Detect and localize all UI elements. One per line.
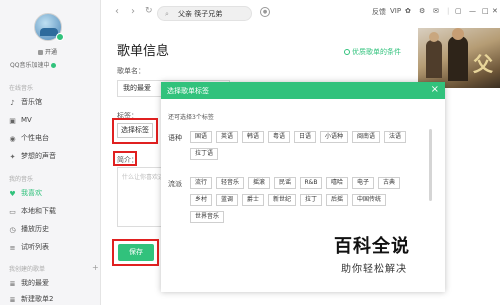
sidebar-item-playlist-1[interactable]: ≣ 我的最爱: [9, 278, 49, 288]
highlight-tags-button: [112, 118, 158, 144]
tag-option[interactable]: 粤语: [268, 131, 290, 143]
top-bar: ‹ › ↻ ⌕ 父亲 筷子兄弟 ● 反馈 VIP ✿ ⚙ ✉ | ▢ — □ ✕: [101, 0, 500, 28]
tag-option[interactable]: R&B: [300, 177, 322, 189]
highlight-intro-label: [113, 151, 137, 166]
playlist-icon: ≣: [9, 296, 16, 304]
sidebar-item-dream-voice[interactable]: ✦ 梦想的声音: [9, 151, 56, 161]
watermark-title: 百科全说: [334, 236, 410, 257]
add-playlist-icon[interactable]: +: [92, 263, 99, 272]
crown-icon: [38, 50, 43, 55]
tag-option[interactable]: 后摇: [326, 194, 348, 206]
computer-icon: ▭: [9, 208, 16, 216]
listen-identify-icon[interactable]: ●: [260, 7, 270, 17]
playlist-icon: ≣: [9, 280, 16, 288]
open-vip-link[interactable]: 开通: [38, 47, 57, 56]
search-input[interactable]: ⌕ 父亲 筷子兄弟: [157, 6, 252, 21]
maximize-icon[interactable]: □: [482, 7, 489, 15]
highlight-save-button: [112, 239, 159, 266]
list-icon: ≡: [9, 244, 16, 252]
sidebar-item-queue[interactable]: ≡ 试听列表: [9, 242, 49, 252]
dialog-header: 选择歌单标签 ×: [161, 82, 445, 99]
music-note-icon: ♪: [10, 99, 15, 107]
page-title: 歌单信息: [117, 44, 170, 59]
sidebar-item-music-hall[interactable]: ♪ 音乐馆: [9, 97, 42, 107]
dialog-title: 选择歌单标签: [167, 87, 209, 95]
section-title-created-playlists: 我创建的歌单 +: [9, 263, 99, 273]
tag-option[interactable]: 中国传统: [352, 194, 386, 206]
forward-icon[interactable]: ›: [131, 6, 135, 17]
tag-option[interactable]: 拉丁语: [190, 148, 218, 160]
heart-icon: ♥: [9, 190, 16, 198]
search-icon: ⌕: [165, 10, 169, 18]
tag-option[interactable]: 闽南语: [352, 131, 380, 143]
vip-status-icon: [56, 33, 64, 41]
tag-option[interactable]: 古典: [378, 177, 400, 189]
tag-option[interactable]: 新世纪: [268, 194, 296, 206]
tag-option[interactable]: 民谣: [274, 177, 296, 189]
info-icon: [344, 49, 350, 55]
vip-link[interactable]: VIP: [390, 7, 401, 15]
tag-option[interactable]: 嘻哈: [326, 177, 348, 189]
sidebar-item-local-download[interactable]: ▭ 本地和下载: [9, 206, 56, 216]
tag-option[interactable]: 日语: [294, 131, 316, 143]
intro-textarea[interactable]: 什么让你喜欢这些歌？: [117, 167, 162, 227]
back-icon[interactable]: ‹: [115, 6, 119, 17]
quality-playlist-link[interactable]: 优质歌单的条件: [344, 47, 401, 57]
tag-option[interactable]: 小语种: [320, 131, 348, 143]
close-window-icon[interactable]: ✕: [492, 7, 498, 15]
refresh-icon[interactable]: ↻: [145, 6, 153, 16]
star-icon: ✦: [9, 153, 16, 161]
close-icon[interactable]: ×: [431, 84, 439, 96]
tag-option[interactable]: 乡村: [190, 194, 212, 206]
radio-icon: ◉: [9, 135, 16, 143]
playlist-cover-image[interactable]: 父: [418, 28, 500, 88]
skin-icon[interactable]: ✿: [405, 7, 411, 15]
category-genre-label: 流派: [168, 180, 182, 188]
tag-option[interactable]: 流行: [190, 177, 212, 189]
sidebar: 开通 QQ音乐加速中 在线音乐 ♪ 音乐馆 ▣ MV ◉ 个性电台 ✦ 梦想的声音 我的…: [0, 0, 101, 305]
clock-icon: ◷: [9, 226, 16, 234]
watermark-subtitle: 助你轻松解决: [341, 264, 407, 275]
tag-option[interactable]: 英语: [216, 131, 238, 143]
tag-option[interactable]: 电子: [352, 177, 374, 189]
tag-option[interactable]: 爵士: [242, 194, 264, 206]
tag-option[interactable]: 韩语: [242, 131, 264, 143]
sidebar-item-history[interactable]: ◷ 播放历史: [9, 224, 49, 234]
boost-icon: [51, 63, 57, 68]
tag-option[interactable]: 国语: [190, 131, 212, 143]
tag-limit-hint: 还可选择3个标签: [168, 114, 214, 121]
sidebar-item-playlist-2[interactable]: ≣ 新建歌单2: [9, 294, 54, 304]
speed-status[interactable]: QQ音乐加速中: [10, 60, 57, 69]
mail-icon[interactable]: ✉: [433, 7, 439, 15]
section-title-my-music: 我的音乐: [9, 176, 34, 183]
tag-option[interactable]: 蓝调: [216, 194, 238, 206]
tag-option[interactable]: 世界音乐: [190, 211, 224, 223]
category-language-label: 语种: [168, 134, 182, 142]
tag-option[interactable]: 摇滚: [248, 177, 270, 189]
feedback-link[interactable]: 反馈: [372, 7, 386, 17]
tag-option[interactable]: 拉丁: [300, 194, 322, 206]
video-icon: ▣: [9, 117, 16, 125]
name-label: 歌单名：: [117, 67, 145, 75]
tag-option[interactable]: 轻音乐: [216, 177, 244, 189]
divider: |: [447, 7, 450, 15]
mini-mode-icon[interactable]: ▢: [455, 7, 462, 15]
section-title-online: 在线音乐: [9, 85, 34, 92]
sidebar-item-mv[interactable]: ▣ MV: [9, 115, 32, 125]
settings-icon[interactable]: ⚙: [419, 7, 425, 15]
dialog-scrollbar[interactable]: [429, 129, 432, 201]
tag-option[interactable]: 法语: [384, 131, 406, 143]
sidebar-item-radio[interactable]: ◉ 个性电台: [9, 133, 49, 143]
sidebar-item-favorites[interactable]: ♥ 我喜欢: [9, 188, 42, 198]
minimize-icon[interactable]: —: [469, 7, 476, 15]
